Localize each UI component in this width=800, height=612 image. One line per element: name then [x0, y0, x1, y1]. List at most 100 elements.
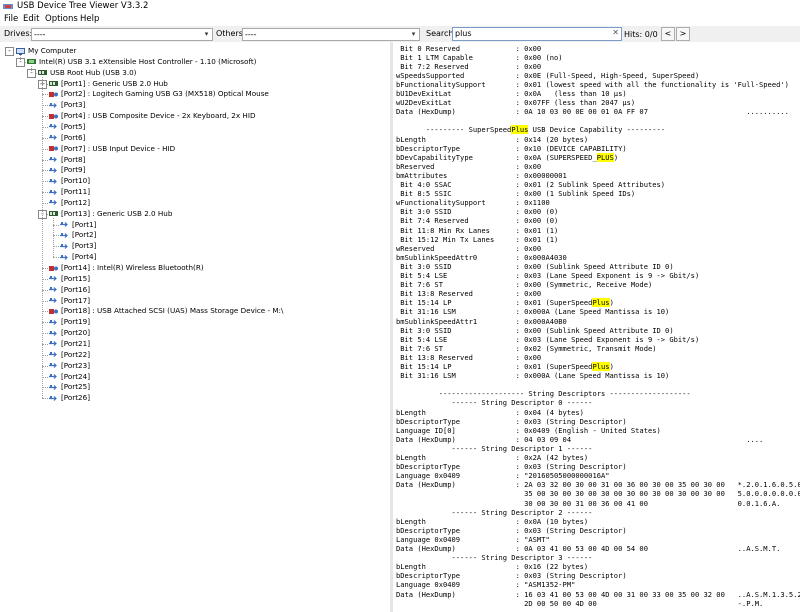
- detail-line: 30 00 30 00 31 00 36 00 41 00 0.0.1.6.A.: [396, 499, 780, 508]
- detail-text: Bit 3:0 SSID : 0x00 (0): [396, 207, 559, 217]
- detail-line: Bit 7:4 Reserved : 0x00 (0): [396, 216, 558, 225]
- tree-node[interactable]: [Port2]: [60, 230, 96, 240]
- port-icon: [49, 351, 58, 358]
- detail-text: bLength : 0x0A (10 bytes): [396, 516, 589, 526]
- menu-edit[interactable]: Edit: [23, 14, 39, 25]
- tree-node[interactable]: [Port10]: [49, 176, 90, 186]
- tree-node[interactable]: [Port3]: [60, 241, 96, 251]
- device-icon: [49, 113, 58, 120]
- collapse-icon[interactable]: -: [5, 47, 14, 56]
- detail-line: Bit 3:0 SSID : 0x00 (Sublink Speed Attri…: [396, 326, 673, 335]
- detail-line: ------ String Descriptor 1 ------: [396, 444, 593, 453]
- port-icon: [49, 156, 58, 163]
- tree-node[interactable]: [Port3]: [49, 100, 85, 110]
- detail-text: Bit 8:5 SSIC : 0x00 (1 Sublink Speed IDs…: [396, 189, 636, 199]
- port-icon: [49, 178, 58, 185]
- tree-node[interactable]: [Port9]: [49, 165, 85, 175]
- detail-line: ------ String Descriptor 2 ------: [396, 508, 593, 517]
- tree-node[interactable]: [Port1] : Generic USB 2.0 Hub: [49, 79, 168, 89]
- detail-line: wSpeedsSupported : 0x0E (Full-Speed, Hig…: [396, 71, 699, 80]
- detail-line: bLength : 0x2A (42 bytes): [396, 453, 588, 462]
- detail-line: Data (HexDump) : 04 03 09 04 ....: [396, 435, 763, 444]
- tree-node[interactable]: [Port2] : Logitech Gaming USB G3 (MX518)…: [49, 89, 269, 99]
- drives-combo[interactable]: ---- ▾: [31, 28, 213, 41]
- tree-node[interactable]: [Port23]: [49, 361, 90, 371]
- tree-node-label: [Port12]: [61, 197, 91, 207]
- port-icon: [60, 254, 69, 261]
- detail-line: Bit 3:0 SSID : 0x00 (Sublink Speed Attri…: [396, 262, 673, 271]
- tree-node[interactable]: USB Root Hub (USB 3.0): [38, 68, 137, 78]
- detail-line: wFunctionalitySupport : 0x1100: [396, 198, 550, 207]
- tree-node-label: [Port16]: [61, 284, 91, 294]
- others-combo[interactable]: ---- ▾: [242, 28, 420, 41]
- tree-node[interactable]: [Port19]: [49, 317, 90, 327]
- detail-text: Language 0x0409 : "ASM1352-PM": [396, 580, 576, 590]
- tree-node[interactable]: My Computer: [16, 46, 76, 56]
- detail-line: 35 00 30 00 30 00 30 00 30 00 30 00 30 0…: [396, 489, 800, 498]
- menu-options[interactable]: Options: [45, 14, 78, 25]
- tree-node-label: [Port9]: [61, 165, 86, 175]
- detail-line: Bit 1 LTM Capable : 0x00 (no): [396, 53, 562, 62]
- tree-node[interactable]: [Port18] : USB Attached SCSI (UAS) Mass …: [49, 306, 283, 316]
- detail-text: Language ID[0] : 0x0409 (English - Unite…: [396, 425, 661, 435]
- drives-value: ----: [34, 30, 46, 39]
- detail-text: bLength : 0x2A (42 bytes): [396, 453, 589, 462]
- detail-line: Data (HexDump) : 16 03 41 00 53 00 4D 00…: [396, 590, 800, 599]
- tree-node-label: [Port4]: [72, 252, 97, 262]
- tree-node[interactable]: [Port11]: [49, 187, 90, 197]
- search-input[interactable]: plus ✕: [452, 27, 622, 41]
- tree-node[interactable]: [Port13] : Generic USB 2.0 Hub: [49, 209, 172, 219]
- tree-node[interactable]: [Port17]: [49, 296, 90, 306]
- prev-hit-button[interactable]: <: [661, 27, 675, 41]
- clear-search-icon[interactable]: ✕: [612, 28, 619, 37]
- detail-line: bDescriptorType : 0x03 (String Descripto…: [396, 526, 627, 535]
- detail-line: bDescriptorType : 0x03 (String Descripto…: [396, 571, 627, 580]
- tree-node[interactable]: [Port21]: [49, 339, 90, 349]
- tree-node[interactable]: [Port6]: [49, 133, 85, 143]
- detail-text: bLength : 0x14 (20 bytes): [396, 134, 589, 144]
- tree-node[interactable]: [Port8]: [49, 155, 85, 165]
- device-tree-panel[interactable]: My Computer - Intel(R) USB 3.1 eXtensible …: [0, 42, 391, 612]
- detail-line: Bit 7:2 Reserved : 0x00: [396, 62, 541, 71]
- menu-file[interactable]: File: [4, 14, 18, 25]
- tree-node[interactable]: [Port4]: [60, 252, 96, 262]
- detail-line: Bit 5:4 LSE : 0x03 (Lane Speed Exponent …: [396, 271, 699, 280]
- others-value: ----: [245, 30, 257, 39]
- tree-node[interactable]: [Port5]: [49, 122, 85, 132]
- tree-node[interactable]: [Port24]: [49, 372, 90, 382]
- detail-text: ): [613, 152, 619, 162]
- detail-line: Bit 11:8 Min Rx Lanes : 0x01 (1): [396, 226, 558, 235]
- menu-help[interactable]: Help: [80, 14, 99, 25]
- menu-bar: File Edit Options Help: [0, 13, 800, 26]
- tree-node[interactable]: [Port22]: [49, 350, 90, 360]
- tree-node-label: [Port20]: [61, 328, 91, 338]
- tree-node[interactable]: [Port16]: [49, 285, 90, 295]
- tree-node[interactable]: Intel(R) USB 3.1 eXtensible Host Control…: [27, 57, 256, 67]
- tree-node[interactable]: [Port14] : Intel(R) Wireless Bluetooth(R…: [49, 263, 204, 273]
- drives-label: Drives:: [4, 29, 33, 38]
- tree-node[interactable]: [Port7] : USB Input Device - HID: [49, 144, 175, 154]
- tree-node-label: [Port4] : USB Composite Device - 2x Keyb…: [61, 111, 256, 121]
- tree-node[interactable]: [Port12]: [49, 198, 90, 208]
- tree-node[interactable]: [Port26]: [49, 393, 90, 403]
- next-hit-button[interactable]: >: [676, 27, 690, 41]
- detail-line: Bit 7:6 ST : 0x02 (Symmetric, Transmit M…: [396, 344, 656, 353]
- tree-node-label: [Port7] : USB Input Device - HID: [61, 143, 176, 153]
- hits-counter: Hits: 0/0: [624, 30, 658, 39]
- hub-icon: [38, 69, 47, 76]
- tree-node[interactable]: [Port25]: [49, 382, 90, 392]
- detail-line: wU2DevExitLat : 0x07FF (less than 2047 µ…: [396, 98, 635, 107]
- detail-text: Bit 13:8 Reserved : 0x00: [396, 289, 542, 299]
- detail-text: bLength : 0x16 (22 bytes): [396, 562, 589, 572]
- tree-node[interactable]: [Port20]: [49, 328, 90, 338]
- tree-connector: [42, 398, 48, 400]
- detail-line: Bit 3:0 SSID : 0x00 (0): [396, 207, 558, 216]
- tree-node[interactable]: [Port15]: [49, 274, 90, 284]
- details-panel[interactable]: Bit 0 Reserved : 0x00 Bit 1 LTM Capable …: [393, 42, 800, 612]
- port-icon: [49, 199, 58, 206]
- tree-node-label: [Port22]: [61, 349, 91, 359]
- detail-line: bU1DevExitLat : 0x0A (less than 10 µs): [396, 89, 627, 98]
- detail-line: Bit 8:5 SSIC : 0x00 (1 Sublink Speed IDs…: [396, 189, 635, 198]
- tree-node[interactable]: [Port1]: [60, 220, 96, 230]
- tree-node[interactable]: [Port4] : USB Composite Device - 2x Keyb…: [49, 111, 255, 121]
